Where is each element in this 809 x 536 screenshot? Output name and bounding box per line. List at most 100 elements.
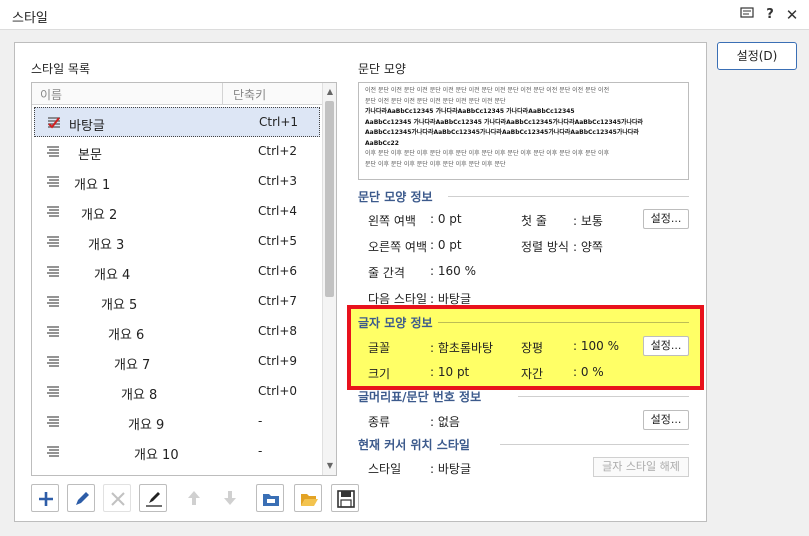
style-list-scrollbar[interactable]: ▲ ▼ — [322, 83, 336, 475]
save-icon — [337, 490, 355, 508]
style-shortcut: - — [258, 444, 263, 458]
paragraph-style-icon — [46, 385, 60, 399]
left-margin-value: : 0 pt — [430, 212, 462, 226]
style-list-item[interactable]: 개요 9 - — [34, 407, 320, 437]
first-line-value: : 보통 — [573, 214, 603, 228]
paragraph-style-icon — [46, 355, 60, 369]
paragraph-style-icon — [46, 415, 60, 429]
column-shortcut[interactable]: 단축키 — [222, 83, 322, 104]
preview-line: AaBbCc12345가나다라AaBbCc12345가나다라AaBbCc1234… — [365, 129, 639, 136]
style-shortcut: - — [258, 414, 263, 428]
style-shortcut: Ctrl+4 — [258, 204, 298, 218]
preview-label: 문단 모양 — [358, 62, 406, 76]
up-icon — [188, 491, 200, 505]
style-list-item[interactable]: 개요 2 Ctrl+4 — [34, 197, 320, 227]
style-name: 개요 2 — [81, 208, 118, 223]
spacing-value: : 0 % — [573, 365, 604, 379]
help-icon[interactable]: ? — [761, 6, 779, 24]
close-icon[interactable]: ✕ — [783, 6, 801, 24]
divider — [448, 196, 689, 197]
paragraph-style-icon — [46, 205, 60, 219]
ratio-value: : 100 % — [573, 339, 619, 353]
style-list-label: 스타일 목록 — [31, 62, 91, 76]
style-name: 개요 6 — [108, 328, 145, 343]
style-name: 개요 9 — [128, 418, 165, 433]
bullet-type-value: : 없음 — [430, 415, 460, 429]
style-list-item[interactable]: 개요 6 Ctrl+8 — [34, 317, 320, 347]
add-icon — [39, 492, 53, 506]
preview-line: AaBbCc22 — [365, 139, 399, 147]
move-down-button[interactable] — [216, 484, 244, 512]
scroll-up-icon[interactable]: ▲ — [324, 85, 336, 99]
style-shortcut: Ctrl+6 — [258, 264, 298, 278]
paragraph-style-icon — [46, 265, 60, 279]
edit-style-button[interactable] — [67, 484, 95, 512]
style-list-item[interactable]: 개요 1 Ctrl+3 — [34, 167, 320, 197]
style-shortcut: Ctrl+3 — [258, 174, 298, 188]
spacing-label: 자간 — [521, 367, 544, 381]
column-name[interactable]: 이름 — [40, 86, 62, 103]
style-list[interactable]: 이름 단축키 바탕글 Ctrl+1 본문 Ctrl+2 개요 1 Ctrl+3 개요 2 Ct… — [31, 82, 337, 476]
char-settings-button[interactable]: 설정... — [643, 336, 689, 356]
style-list-item[interactable]: 바탕글 Ctrl+1 — [34, 107, 320, 137]
import-icon — [263, 494, 279, 506]
style-name: 개요 1 — [74, 178, 111, 193]
left-margin-label: 왼쪽 여백 — [368, 214, 416, 228]
paragraph-style-icon — [46, 145, 60, 159]
style-name: 본문 — [78, 148, 102, 163]
size-label: 크기 — [368, 367, 391, 381]
style-name: 개요 10 — [134, 448, 179, 463]
style-list-item[interactable]: 개요 7 Ctrl+9 — [34, 347, 320, 377]
down-icon — [224, 491, 236, 505]
style-shortcut: Ctrl+5 — [258, 234, 298, 248]
style-list-item[interactable]: 개요 8 Ctrl+0 — [34, 377, 320, 407]
style-list-item[interactable]: 개요 10 - — [34, 437, 320, 467]
import-style-button[interactable] — [256, 484, 284, 512]
preview-line: 이전 문단 이전 문단 이전 문단 이전 문단 이전 문단 이전 문단 이전 문… — [365, 87, 610, 94]
cursor-style-header: 현재 커서 위치 스타일 — [358, 438, 470, 452]
style-name: 개요 8 — [121, 388, 158, 403]
memo-icon[interactable] — [738, 6, 756, 24]
font-value: : 함초롬바탕 — [430, 341, 494, 355]
add-style-button[interactable] — [31, 484, 59, 512]
clear-char-style-button[interactable]: 글자 스타일 해제 — [593, 457, 689, 477]
first-line-label: 첫 줄 — [521, 214, 547, 228]
cursor-style-label: 스타일 — [368, 462, 402, 476]
settings-button[interactable]: 설정(D) — [717, 42, 797, 70]
style-list-item[interactable]: 개요 3 Ctrl+5 — [34, 227, 320, 257]
edit-icon — [76, 492, 89, 505]
style-name: 개요 3 — [88, 238, 125, 253]
line-spacing-value: : 160 % — [430, 264, 476, 278]
paragraph-style-icon — [46, 175, 60, 189]
open-folder-icon — [301, 494, 318, 506]
edit-char-style-button[interactable] — [139, 484, 167, 512]
delete-icon — [111, 492, 125, 506]
scroll-thumb[interactable] — [325, 101, 334, 297]
scroll-down-icon[interactable]: ▼ — [324, 459, 336, 473]
preview-line: 문단 이후 문단 이후 문단 이후 문단 이후 문단 이후 문단 — [365, 160, 506, 168]
delete-style-button[interactable] — [103, 484, 131, 512]
style-name: 개요 7 — [114, 358, 151, 373]
divider — [500, 444, 689, 445]
paragraph-style-icon — [46, 445, 60, 459]
open-style-button[interactable] — [294, 484, 322, 512]
font-label: 글꼴 — [368, 341, 391, 355]
align-label: 정렬 방식 — [521, 240, 569, 254]
preview-line: AaBbCc12345 가나다라AaBbCc12345 가나다라AaBbCc12… — [365, 118, 644, 126]
style-name: 개요 5 — [101, 298, 138, 313]
style-list-item[interactable]: 개요 5 Ctrl+7 — [34, 287, 320, 317]
line-spacing-label: 줄 간격 — [368, 266, 405, 280]
style-shortcut: Ctrl+9 — [258, 354, 298, 368]
save-style-button[interactable] — [331, 484, 359, 512]
right-margin-value: : 0 pt — [430, 238, 462, 252]
size-value: : 10 pt — [430, 365, 470, 379]
style-list-item[interactable]: 개요 4 Ctrl+6 — [34, 257, 320, 287]
style-shortcut: Ctrl+8 — [258, 324, 298, 338]
window-title: 스타일 — [12, 11, 48, 26]
bullet-settings-button[interactable]: 설정... — [643, 410, 689, 430]
move-up-button[interactable] — [180, 484, 208, 512]
style-shortcut: Ctrl+2 — [258, 144, 298, 158]
right-margin-label: 오른쪽 여백 — [368, 240, 428, 254]
para-settings-button[interactable]: 설정... — [643, 209, 689, 229]
style-list-item[interactable]: 본문 Ctrl+2 — [34, 137, 320, 167]
